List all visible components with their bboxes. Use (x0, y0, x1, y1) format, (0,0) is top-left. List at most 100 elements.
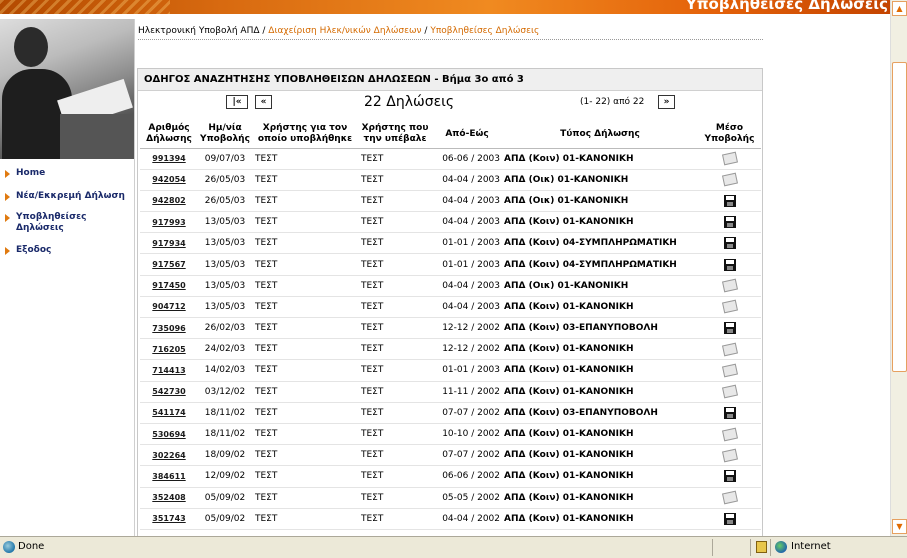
declaration-type: ΑΠΔ (Κοιν) 04-ΣΥΜΠΛΗΡΩΜΑΤΙΚΗ (502, 253, 698, 276)
declaration-number-link[interactable]: 542730 (140, 381, 198, 403)
by-user: ΤΕΣΤ (358, 296, 432, 319)
by-user: ΤΕΣΤ (358, 465, 432, 488)
document-icon (721, 278, 738, 293)
by-user: ΤΕΣΤ (358, 338, 432, 361)
declaration-number-link[interactable]: 352408 (140, 487, 198, 509)
declarations-table: Αριθμός Δήλωσης Ημ/νία Υποβολής Χρήστης … (140, 121, 761, 530)
table-row: 917450 13/05/03 ΤΕΣΤ ΤΕΣΤ 04-04 / 2003 ΑΠΔ (Ο… (140, 275, 761, 297)
arrow-right-icon (5, 193, 10, 201)
for-user: ΤΕΣΤ (252, 359, 358, 382)
submission-mode (698, 487, 761, 509)
table-row: 917934 13/05/03 ΤΕΣΤ ΤΕΣΤ 01-01 / 2003 ΑΠΔ (Κ… (140, 232, 761, 255)
scrollbar-thumb[interactable] (892, 62, 907, 372)
declaration-number-link[interactable]: 917567 (140, 253, 198, 276)
submission-date: 05/09/02 (198, 508, 252, 530)
period: 04-04 / 2003 (432, 296, 502, 319)
for-user: ΤΕΣΤ (252, 232, 358, 255)
breadcrumb-separator: / (424, 26, 428, 36)
submission-date: 18/11/02 (198, 423, 252, 446)
submission-date: 18/09/02 (198, 444, 252, 467)
for-user: ΤΕΣΤ (252, 465, 358, 488)
breadcrumb-link-management[interactable]: Διαχείριση Ηλεκ/νικών Δηλώσεων (268, 26, 421, 36)
declaration-number-link[interactable]: 735096 (140, 317, 198, 340)
declaration-number-link[interactable]: 384611 (140, 465, 198, 488)
table-header-row: Αριθμός Δήλωσης Ημ/νία Υποβολής Χρήστης … (140, 121, 761, 149)
arrow-right-icon (5, 214, 10, 222)
submission-date: 26/05/03 (198, 190, 252, 213)
for-user: ΤΕΣΤ (252, 169, 358, 191)
nav-item-new-declaration[interactable]: Νέα/Εκκρεμή Δήλωση (0, 191, 134, 202)
declaration-number-link[interactable]: 917993 (140, 211, 198, 234)
declaration-number-link[interactable]: 917934 (140, 232, 198, 255)
scroll-up-arrow-icon[interactable]: ▲ (892, 1, 907, 16)
period: 12-12 / 2002 (432, 338, 502, 361)
for-user: ΤΕΣΤ (252, 296, 358, 319)
prev-page-button[interactable]: « (255, 95, 272, 109)
declaration-type: ΑΠΔ (Κοιν) 01-ΚΑΝΟΝΙΚΗ (502, 381, 698, 403)
first-page-button[interactable]: |« (226, 95, 248, 109)
submission-date: 24/02/03 (198, 338, 252, 361)
table-row: 530694 18/11/02 ΤΕΣΤ ΤΕΣΤ 10-10 / 2002 ΑΠΔ (Κ… (140, 423, 761, 446)
status-divider (712, 539, 713, 556)
declaration-number-link[interactable]: 991394 (140, 148, 198, 170)
header-photo (0, 19, 134, 159)
banner-title: Υποβληθείσες Δηλώσεις (685, 0, 888, 13)
by-user: ΤΕΣΤ (358, 317, 432, 340)
floppy-disk-icon (723, 470, 736, 483)
breadcrumb-separator: / (262, 26, 266, 36)
declaration-number-link[interactable]: 714413 (140, 359, 198, 382)
by-user: ΤΕΣΤ (358, 232, 432, 255)
nav-item-label: Υποβληθείσες Δηλώσεις (16, 212, 87, 233)
table-row: 904712 13/05/03 ΤΕΣΤ ΤΕΣΤ 04-04 / 2003 ΑΠΔ (Κ… (140, 296, 761, 319)
arrow-right-icon (5, 247, 10, 255)
nav-item-home[interactable]: Home (0, 168, 134, 179)
internet-zone-icon (775, 541, 787, 553)
declaration-number-link[interactable]: 942054 (140, 169, 198, 191)
declaration-number-link[interactable]: 530694 (140, 423, 198, 446)
scroll-down-arrow-icon[interactable]: ▼ (892, 519, 907, 534)
submission-mode (698, 423, 761, 446)
period: 01-01 / 2003 (432, 232, 502, 255)
col-header-by-user: Χρήστης που την υπέβαλε (358, 121, 432, 149)
nav-item-exit[interactable]: Εξοδος (0, 245, 134, 256)
nav-item-submitted-declarations[interactable]: Υποβληθείσες Δηλώσεις (0, 212, 100, 234)
table-row: 714413 14/02/03 ΤΕΣΤ ΤΕΣΤ 01-01 / 2003 ΑΠΔ (Κ… (140, 359, 761, 382)
declaration-number-link[interactable]: 351743 (140, 508, 198, 530)
period: 01-01 / 2003 (432, 253, 502, 276)
declaration-type: ΑΠΔ (Κοιν) 01-ΚΑΝΟΝΙΚΗ (502, 465, 698, 488)
document-icon (721, 172, 738, 187)
declaration-type: ΑΠΔ (Κοιν) 01-ΚΑΝΟΝΙΚΗ (502, 338, 698, 361)
submission-date: 13/05/03 (198, 296, 252, 319)
breadcrumb-link-submitted[interactable]: Υποβληθείσες Δηλώσεις (430, 26, 539, 36)
declaration-number-link[interactable]: 302264 (140, 444, 198, 467)
for-user: ΤΕΣΤ (252, 211, 358, 234)
submission-date: 13/05/03 (198, 275, 252, 297)
declaration-number-link[interactable]: 541174 (140, 402, 198, 424)
for-user: ΤΕΣΤ (252, 423, 358, 446)
submission-mode (698, 169, 761, 191)
declaration-number-link[interactable]: 716205 (140, 338, 198, 361)
declaration-type: ΑΠΔ (Κοιν) 01-ΚΑΝΟΝΙΚΗ (502, 148, 698, 170)
declaration-number-link[interactable]: 904712 (140, 296, 198, 319)
document-icon (721, 427, 738, 441)
breadcrumb: Ηλεκτρονική Υποβολή ΑΠΔ / Διαχείριση Ηλε… (138, 26, 763, 40)
vertical-scrollbar[interactable]: ▲ ▼ (890, 0, 907, 536)
submission-mode (698, 444, 761, 467)
table-row: 302264 18/09/02 ΤΕΣΤ ΤΕΣΤ 07-07 / 2002 ΑΠΔ (Κ… (140, 444, 761, 467)
page-viewport: Υποβληθείσες Δηλώσεις Home Νέα/Εκκρεμή Δ… (0, 0, 890, 536)
period: 10-10 / 2002 (432, 423, 502, 446)
submission-mode (698, 508, 761, 530)
period: 06-06 / 2003 (432, 148, 502, 170)
table-body: 991394 09/07/03 ΤΕΣΤ ΤΕΣΤ 06-06 / 2003 ΑΠΔ (Κ… (140, 148, 761, 530)
by-user: ΤΕΣΤ (358, 275, 432, 297)
floppy-disk-icon (723, 237, 736, 250)
col-header-for-user: Χρήστης για τον οποίο υποβλήθηκε (252, 121, 358, 149)
next-page-button[interactable]: » (658, 95, 675, 109)
declaration-number-link[interactable]: 917450 (140, 275, 198, 297)
period: 05-05 / 2002 (432, 487, 502, 509)
table-row: 991394 09/07/03 ΤΕΣΤ ΤΕΣΤ 06-06 / 2003 ΑΠΔ (Κ… (140, 148, 761, 170)
declaration-number-link[interactable]: 942802 (140, 190, 198, 213)
by-user: ΤΕΣΤ (358, 402, 432, 424)
nav-item-label: Εξοδος (16, 245, 52, 255)
submission-mode (698, 296, 761, 319)
